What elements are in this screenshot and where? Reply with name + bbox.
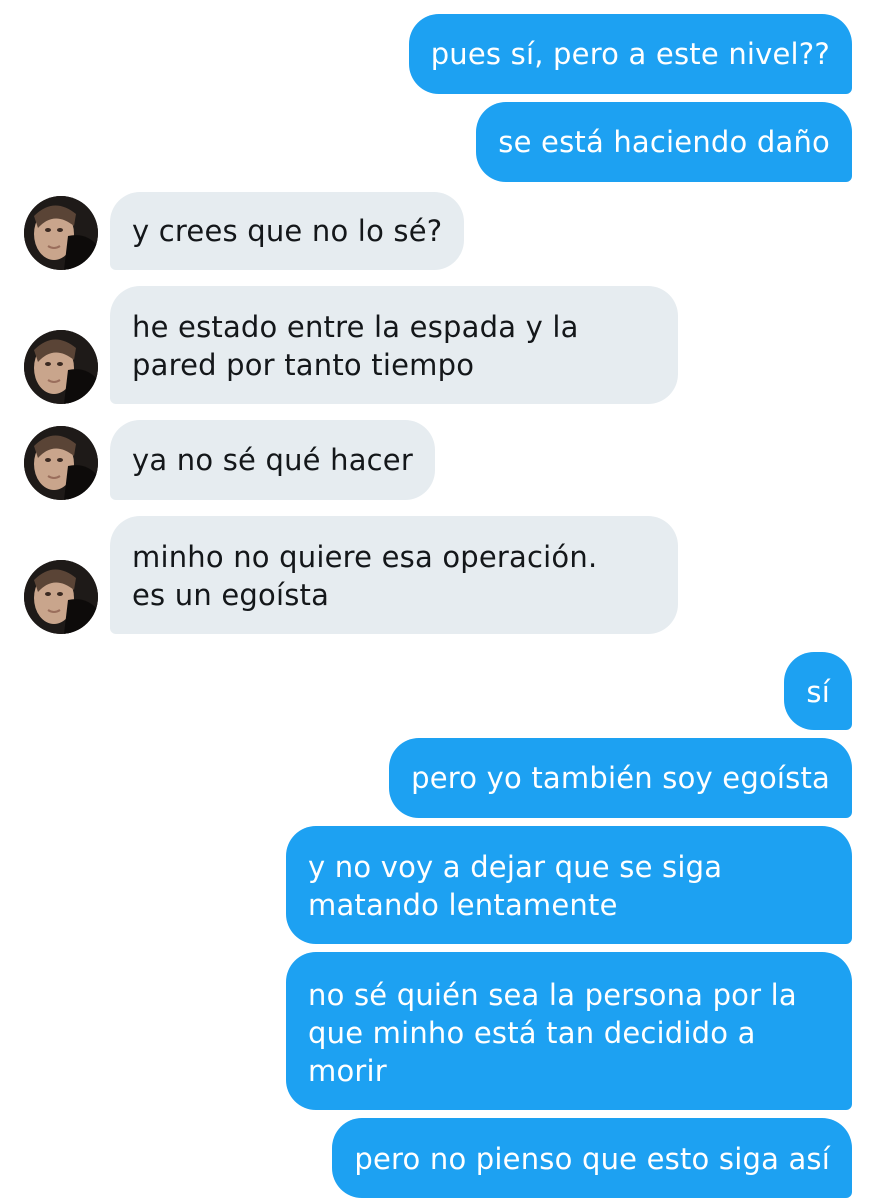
sent-message-bubble[interactable]: pero yo también soy egoísta [389, 738, 852, 818]
sent-message-bubble[interactable]: no sé quién sea la persona por la que mi… [286, 952, 852, 1110]
received-message-bubble[interactable]: he estado entre la espada y la pared por… [110, 286, 678, 404]
sent-message-bubble[interactable]: sí [784, 652, 852, 730]
sent-message-bubble[interactable]: se está haciendo daño [476, 102, 852, 182]
sent-message-bubble[interactable]: y no voy a dejar que se siga matando len… [286, 826, 852, 944]
contact-avatar[interactable] [24, 196, 98, 270]
contact-avatar[interactable] [24, 426, 98, 500]
received-message-bubble[interactable]: minho no quiere esa operación. es un ego… [110, 516, 678, 634]
sent-message-bubble[interactable]: pero no pienso que esto siga así [332, 1118, 852, 1198]
received-message-bubble[interactable]: ya no sé qué hacer [110, 420, 435, 500]
contact-avatar[interactable] [24, 330, 98, 404]
received-message-bubble[interactable]: y crees que no lo sé? [110, 192, 465, 270]
contact-avatar[interactable] [24, 560, 98, 634]
sent-message-bubble[interactable]: pues sí, pero a este nivel?? [408, 14, 852, 94]
conversation-view: pues sí, pero a este nivel?? se está hac… [0, 0, 877, 1200]
